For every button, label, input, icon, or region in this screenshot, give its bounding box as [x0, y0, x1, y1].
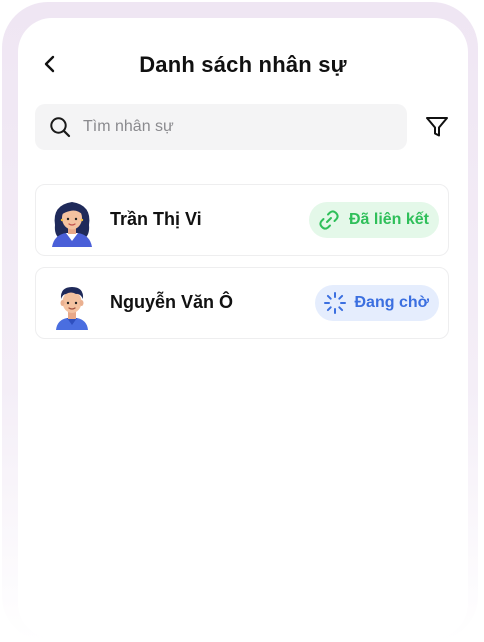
filter-button[interactable] — [424, 115, 450, 139]
list-item[interactable]: Nguyễn Văn Ô Đang chờ — [35, 267, 449, 339]
status-label: Đang chờ — [354, 294, 430, 311]
avatar — [46, 278, 98, 330]
employee-name: Nguyễn Văn Ô — [110, 292, 234, 312]
loader-icon — [323, 291, 347, 315]
employee-name: Trần Thị Vi — [110, 209, 202, 229]
avatar — [46, 195, 98, 247]
app-screen: Danh sách nhân sự Tìm nhân sự Trần Thị V… — [18, 18, 468, 638]
page-title: Danh sách nhân sự — [139, 52, 347, 77]
employee-list: Trần Thị Vi Đã liên kết Nguyễn Văn Ô Đan… — [35, 184, 449, 350]
search-input[interactable] — [81, 111, 385, 143]
male-avatar-icon — [56, 287, 88, 330]
status-label: Đã liên kết — [348, 211, 429, 228]
filter-icon — [426, 117, 448, 137]
status-badge: Đang chờ — [314, 285, 439, 321]
search-icon — [49, 116, 71, 138]
list-item[interactable]: Trần Thị Vi Đã liên kết — [35, 184, 449, 256]
status-badge: Đã liên kết — [308, 202, 439, 238]
female-avatar-icon — [52, 202, 92, 247]
phone-frame: Danh sách nhân sự Tìm nhân sự Trần Thị V… — [2, 2, 478, 642]
search-bar[interactable] — [35, 104, 407, 150]
header: Danh sách nhân sự — [18, 44, 468, 84]
link-icon — [317, 208, 341, 232]
